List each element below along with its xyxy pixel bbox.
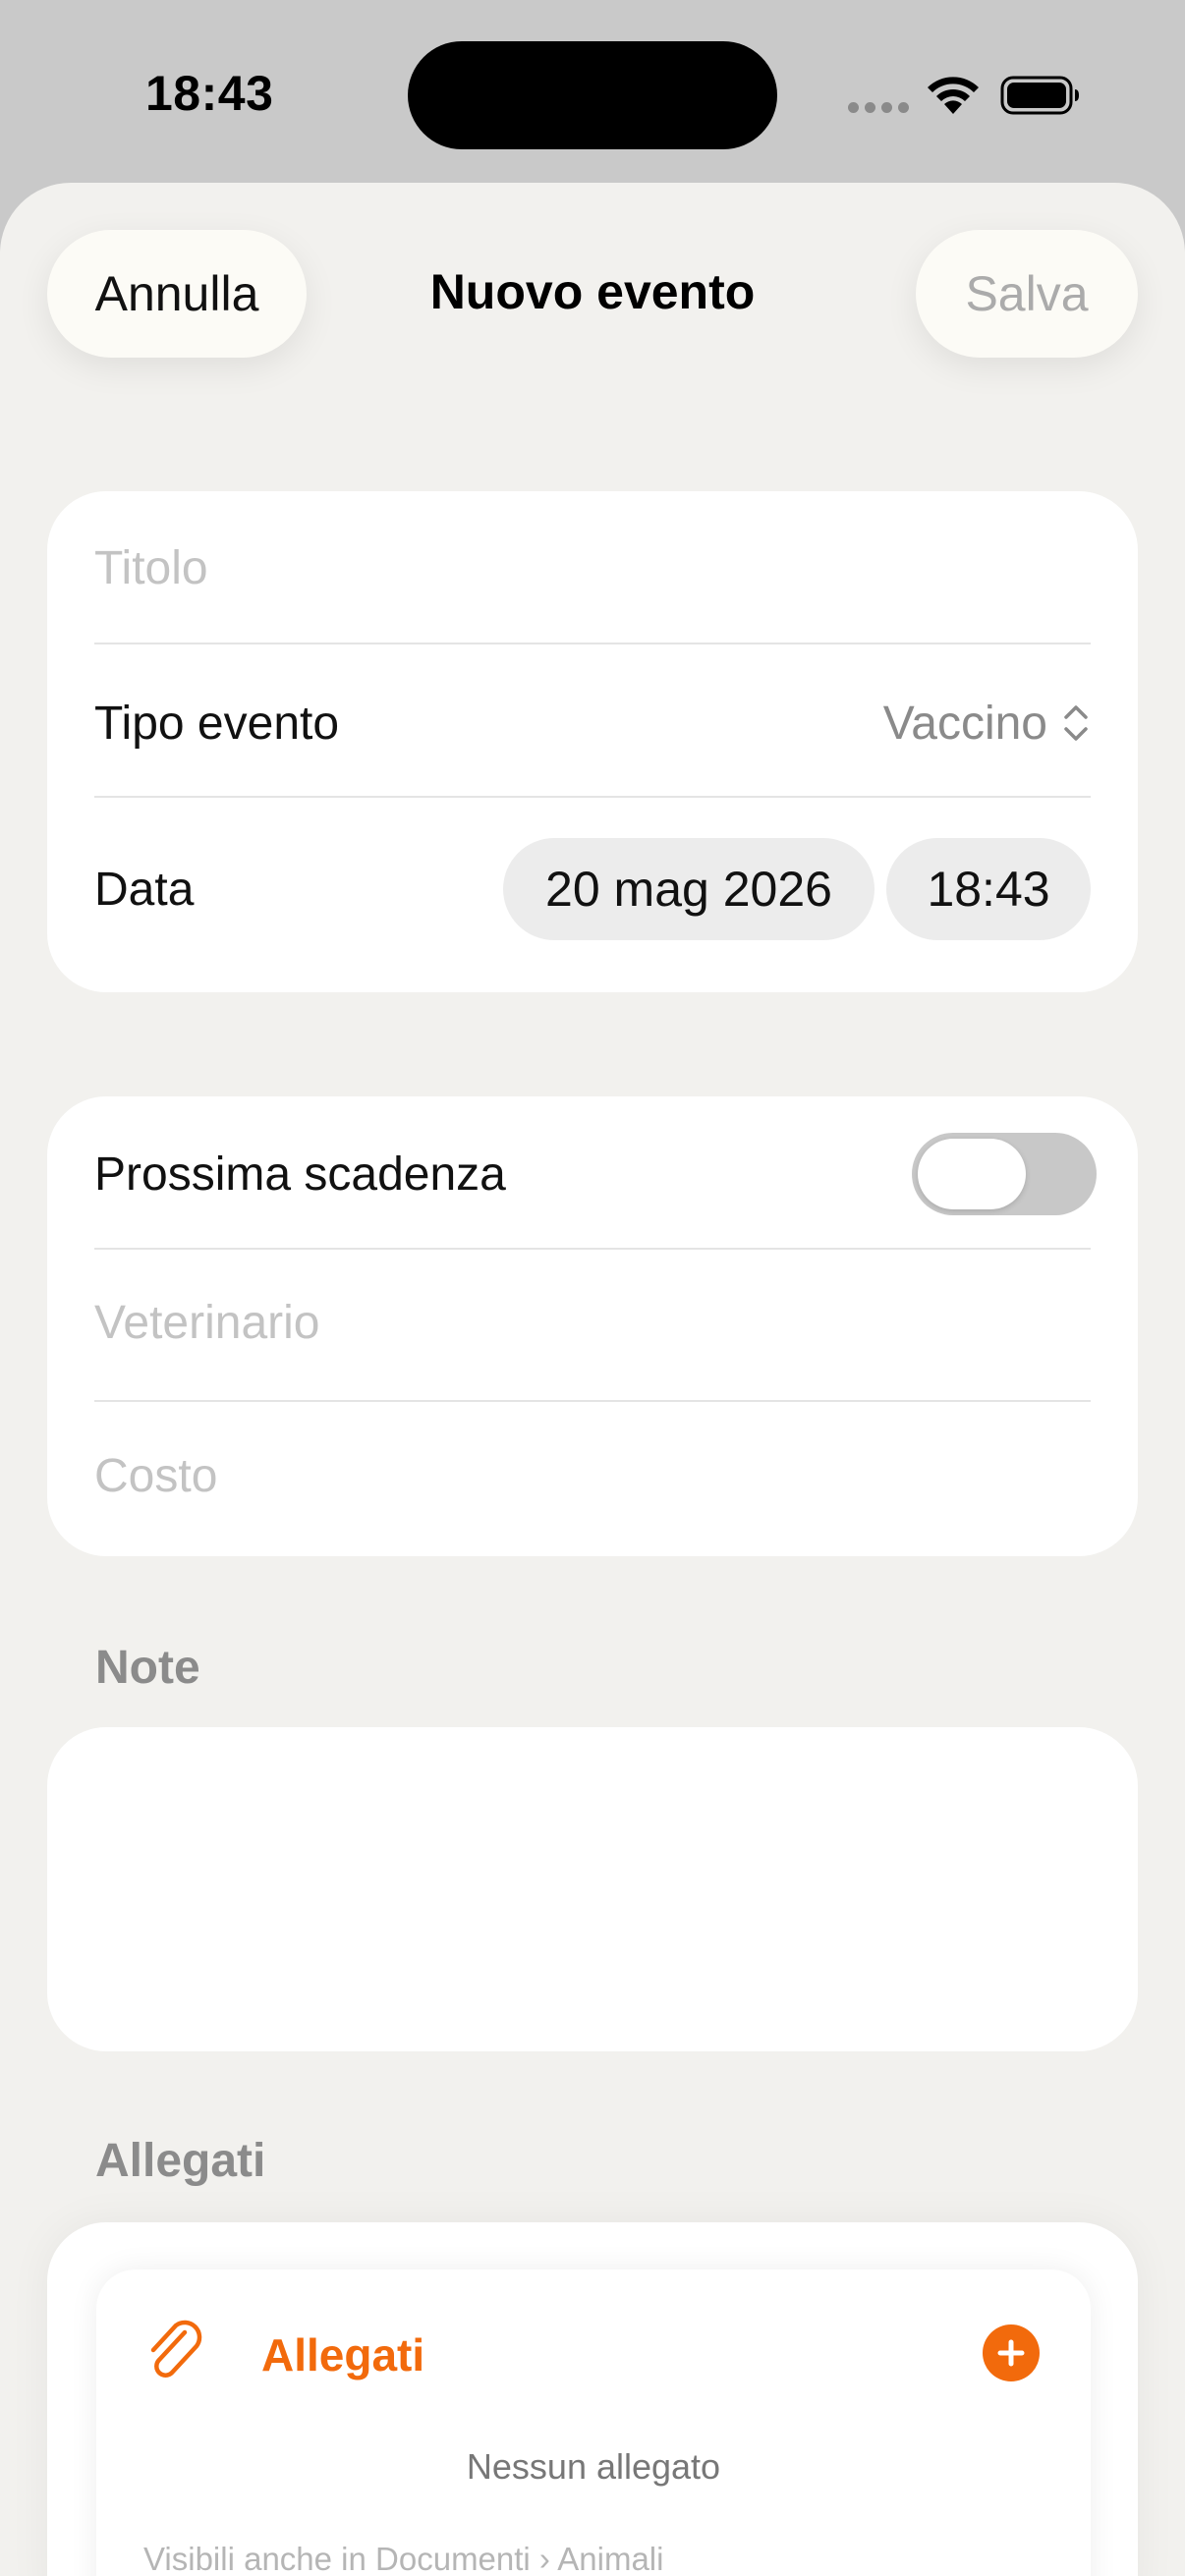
status-time: 18:43 <box>145 66 274 121</box>
vet-placeholder: Veterinario <box>94 1296 320 1349</box>
wifi-icon <box>928 77 979 114</box>
paperclip-icon <box>150 2320 202 2378</box>
attachments-card: Allegati Nessun allegato Visibili anche … <box>47 2222 1138 2576</box>
save-button[interactable]: Salva <box>916 230 1138 358</box>
divider <box>94 1248 1091 1250</box>
event-type-value: Vaccino <box>882 697 1047 750</box>
cost-field[interactable]: Costo <box>94 1427 1091 1525</box>
dynamic-island <box>408 41 777 149</box>
attachments-footer: Visibili anche in Documenti › Animali <box>143 2541 664 2576</box>
event-type-row[interactable]: Tipo evento Vaccino <box>94 674 1091 772</box>
title-field[interactable]: Titolo <box>94 519 1091 617</box>
attachments-panel: Allegati Nessun allegato Visibili anche … <box>96 2269 1091 2576</box>
divider <box>94 643 1091 644</box>
add-attachment-button[interactable] <box>983 2324 1040 2381</box>
date-row: Data 20 mag 2026 18:43 <box>94 835 1091 943</box>
notes-textarea[interactable] <box>47 1727 1138 2051</box>
event-type-picker[interactable]: Vaccino <box>883 697 1091 751</box>
plus-circle-icon <box>997 2339 1025 2367</box>
next-due-toggle[interactable] <box>912 1133 1097 1215</box>
divider <box>94 796 1091 798</box>
screen: 18:43 Annulla Nuovo evento Salva Titolo … <box>0 0 1185 2576</box>
details-card: Prossima scadenza Veterinario Costo <box>47 1096 1138 1556</box>
date-label: Data <box>94 863 195 916</box>
vet-field[interactable]: Veterinario <box>94 1273 1091 1372</box>
notes-header: Note <box>95 1642 200 1694</box>
attachments-title: Allegati <box>261 2329 425 2380</box>
divider <box>94 1400 1091 1402</box>
title-placeholder: Titolo <box>94 541 208 594</box>
next-due-label: Prossima scadenza <box>94 1148 506 1201</box>
battery-icon <box>1000 76 1079 115</box>
empty-attachments-text: Nessun allegato <box>466 2446 721 2487</box>
attachments-header: Allegati <box>95 2135 266 2187</box>
event-info-card: Titolo Tipo evento Vaccino Data 20 mag 2… <box>47 491 1138 992</box>
event-type-label: Tipo evento <box>94 697 340 750</box>
date-picker-chip[interactable]: 20 mag 2026 <box>503 838 875 940</box>
cost-placeholder: Costo <box>94 1449 218 1502</box>
signal-icon <box>848 102 909 114</box>
chevron-updown-icon <box>1064 705 1088 741</box>
next-due-row: Prossima scadenza <box>94 1110 1097 1238</box>
toggle-knob <box>918 1139 1026 1209</box>
time-picker-chip[interactable]: 18:43 <box>886 838 1091 940</box>
